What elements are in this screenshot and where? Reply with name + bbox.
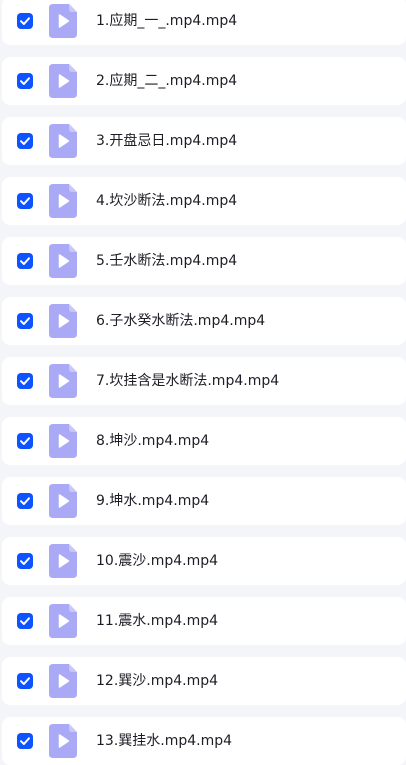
file-name: 5.壬水断法.mp4.mp4 — [96, 253, 238, 269]
checkmark-icon — [20, 557, 30, 565]
file-checkbox[interactable] — [17, 613, 33, 629]
file-checkbox[interactable] — [17, 373, 33, 389]
video-file-icon — [49, 424, 77, 458]
checkmark-icon — [20, 317, 30, 325]
file-name: 11.震水.mp4.mp4 — [96, 613, 219, 629]
checkmark-icon — [20, 737, 30, 745]
file-checkbox[interactable] — [17, 193, 33, 209]
file-checkbox[interactable] — [17, 733, 33, 749]
file-checkbox[interactable] — [17, 313, 33, 329]
file-row[interactable]: 7.坎挂含是水断法.mp4.mp4 — [2, 357, 406, 405]
file-name: 8.坤沙.mp4.mp4 — [96, 433, 210, 449]
file-row[interactable]: 3.开盘忌日.mp4.mp4 — [2, 117, 406, 165]
checkmark-icon — [20, 137, 30, 145]
video-file-icon — [49, 124, 77, 158]
file-checkbox[interactable] — [17, 253, 33, 269]
file-checkbox[interactable] — [17, 133, 33, 149]
checkmark-icon — [20, 617, 30, 625]
file-list: 1.应期_一_.mp4.mp4 2.应期_二_.mp4.mp4 3.开盘忌日.mp4… — [0, 0, 406, 765]
video-file-icon — [49, 544, 77, 578]
file-row[interactable]: 6.子水癸水断法.mp4.mp4 — [2, 297, 406, 345]
file-checkbox[interactable] — [17, 553, 33, 569]
video-file-icon — [49, 604, 77, 638]
video-file-icon — [49, 724, 77, 758]
file-name: 9.坤水.mp4.mp4 — [96, 493, 210, 509]
file-row[interactable]: 4.坎沙断法.mp4.mp4 — [2, 177, 406, 225]
file-name: 6.子水癸水断法.mp4.mp4 — [96, 313, 266, 329]
file-name: 3.开盘忌日.mp4.mp4 — [96, 133, 238, 149]
checkmark-icon — [20, 437, 30, 445]
file-checkbox[interactable] — [17, 13, 33, 29]
file-row[interactable]: 5.壬水断法.mp4.mp4 — [2, 237, 406, 285]
file-row[interactable]: 13.巽挂水.mp4.mp4 — [2, 717, 406, 765]
checkmark-icon — [20, 77, 30, 85]
file-checkbox[interactable] — [17, 493, 33, 509]
file-row[interactable]: 9.坤水.mp4.mp4 — [2, 477, 406, 525]
file-name: 1.应期_一_.mp4.mp4 — [96, 13, 238, 29]
file-name: 13.巽挂水.mp4.mp4 — [96, 733, 233, 749]
file-row[interactable]: 1.应期_一_.mp4.mp4 — [2, 0, 406, 45]
file-row[interactable]: 2.应期_二_.mp4.mp4 — [2, 57, 406, 105]
file-checkbox[interactable] — [17, 73, 33, 89]
file-row[interactable]: 8.坤沙.mp4.mp4 — [2, 417, 406, 465]
checkmark-icon — [20, 497, 30, 505]
checkmark-icon — [20, 17, 30, 25]
video-file-icon — [49, 664, 77, 698]
file-row[interactable]: 11.震水.mp4.mp4 — [2, 597, 406, 645]
file-name: 10.震沙.mp4.mp4 — [96, 553, 219, 569]
video-file-icon — [49, 304, 77, 338]
file-checkbox[interactable] — [17, 433, 33, 449]
video-file-icon — [49, 4, 77, 38]
checkmark-icon — [20, 197, 30, 205]
file-row[interactable]: 12.巽沙.mp4.mp4 — [2, 657, 406, 705]
file-name: 12.巽沙.mp4.mp4 — [96, 673, 219, 689]
file-row[interactable]: 10.震沙.mp4.mp4 — [2, 537, 406, 585]
checkmark-icon — [20, 677, 30, 685]
file-name: 7.坎挂含是水断法.mp4.mp4 — [96, 373, 280, 389]
file-name: 2.应期_二_.mp4.mp4 — [96, 73, 238, 89]
file-checkbox[interactable] — [17, 673, 33, 689]
video-file-icon — [49, 364, 77, 398]
checkmark-icon — [20, 257, 30, 265]
video-file-icon — [49, 184, 77, 218]
video-file-icon — [49, 64, 77, 98]
video-file-icon — [49, 244, 77, 278]
video-file-icon — [49, 484, 77, 518]
file-name: 4.坎沙断法.mp4.mp4 — [96, 193, 238, 209]
checkmark-icon — [20, 377, 30, 385]
